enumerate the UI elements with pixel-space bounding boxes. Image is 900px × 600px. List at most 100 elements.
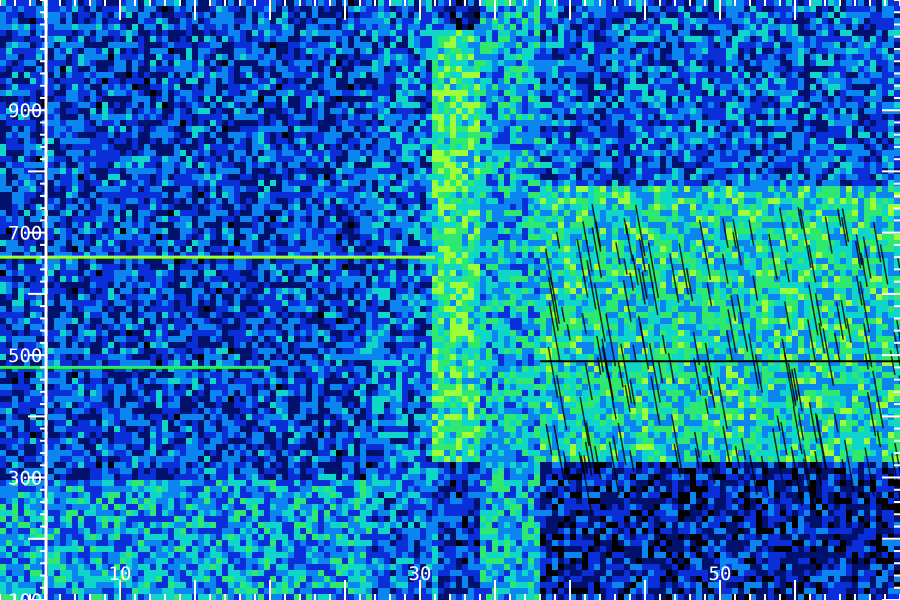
heat-cell — [150, 6, 156, 12]
heat-cell — [702, 186, 708, 192]
heat-cell — [660, 138, 666, 144]
heat-cell — [210, 66, 216, 72]
heat-cell — [816, 66, 822, 72]
heat-cell — [696, 192, 702, 198]
heat-cell — [816, 30, 822, 36]
heat-cell — [870, 60, 876, 66]
heat-cell — [258, 18, 264, 24]
heat-cell — [888, 90, 894, 96]
heat-cell — [666, 144, 672, 150]
heat-cell — [450, 66, 456, 72]
heat-cell — [522, 6, 528, 12]
heat-cell — [648, 90, 654, 96]
heat-cell — [246, 90, 252, 96]
heat-cell — [708, 48, 714, 54]
heat-cell — [486, 84, 492, 90]
heat-cell — [714, 156, 720, 162]
heat-cell — [828, 168, 834, 174]
heat-cell — [816, 144, 822, 150]
heat-cell — [576, 126, 582, 132]
heat-cell — [408, 186, 414, 192]
heat-cell — [762, 90, 768, 96]
heat-cell — [528, 18, 534, 24]
heat-cell — [678, 114, 684, 120]
heat-cell — [168, 54, 174, 60]
heat-cell — [30, 6, 36, 12]
heat-cell — [6, 36, 12, 42]
heat-cell — [138, 78, 144, 84]
heat-cell — [786, 54, 792, 60]
heat-cell — [450, 30, 456, 36]
heat-cell — [810, 162, 816, 168]
heat-cell — [810, 90, 816, 96]
heat-cell — [126, 0, 132, 6]
heat-cell — [330, 192, 336, 198]
heat-cell — [48, 150, 54, 156]
heat-cell — [126, 6, 132, 12]
heat-cell — [516, 24, 522, 30]
heat-cell — [204, 6, 210, 12]
heat-cell — [168, 24, 174, 30]
heat-cell — [312, 72, 318, 78]
heat-cell — [660, 30, 666, 36]
heat-cell — [666, 180, 672, 186]
heat-cell — [324, 102, 330, 108]
heat-cell — [282, 168, 288, 174]
heat-cell — [462, 150, 468, 156]
heat-cell — [378, 60, 384, 66]
heat-cell — [234, 78, 240, 84]
heat-cell — [192, 126, 198, 132]
heat-cell — [660, 84, 666, 90]
heat-cell — [756, 156, 762, 162]
heat-cell — [312, 90, 318, 96]
heat-cell — [90, 84, 96, 90]
heat-cell — [762, 126, 768, 132]
heat-cell — [276, 42, 282, 48]
heat-cell — [606, 54, 612, 60]
heat-cell — [390, 192, 396, 198]
heat-cell — [90, 192, 96, 198]
heat-cell — [396, 42, 402, 48]
heat-cell — [774, 24, 780, 30]
heat-cell — [594, 108, 600, 114]
heat-cell — [228, 168, 234, 174]
heat-cell — [276, 48, 282, 54]
heat-cell — [90, 78, 96, 84]
heat-cell — [576, 96, 582, 102]
heat-cell — [786, 132, 792, 138]
heat-cell — [438, 174, 444, 180]
heat-cell — [60, 126, 66, 132]
heat-cell — [588, 42, 594, 48]
heat-cell — [816, 48, 822, 54]
heat-cell — [822, 186, 828, 192]
heat-cell — [36, 78, 42, 84]
heat-cell — [390, 126, 396, 132]
heat-cell — [594, 30, 600, 36]
heat-cell — [108, 36, 114, 42]
heat-cell — [102, 156, 108, 162]
heat-cell — [120, 72, 126, 78]
heat-cell — [864, 66, 870, 72]
heat-cell — [156, 42, 162, 48]
heat-cell — [744, 120, 750, 126]
heat-cell — [870, 72, 876, 78]
heat-cell — [654, 30, 660, 36]
heat-cell — [552, 108, 558, 114]
heat-cell — [84, 78, 90, 84]
heat-cell — [750, 180, 756, 186]
heat-cell — [330, 18, 336, 24]
heat-cell — [138, 90, 144, 96]
heat-cell — [486, 150, 492, 156]
heat-cell — [504, 150, 510, 156]
heat-cell — [324, 174, 330, 180]
heat-cell — [834, 162, 840, 168]
heat-cell — [354, 120, 360, 126]
heat-cell — [804, 180, 810, 186]
heat-cell — [48, 48, 54, 54]
heat-cell — [384, 18, 390, 24]
heat-cell — [378, 42, 384, 48]
heat-cell — [0, 102, 6, 108]
heat-cell — [648, 144, 654, 150]
heat-cell — [768, 0, 774, 6]
heat-cell — [330, 150, 336, 156]
